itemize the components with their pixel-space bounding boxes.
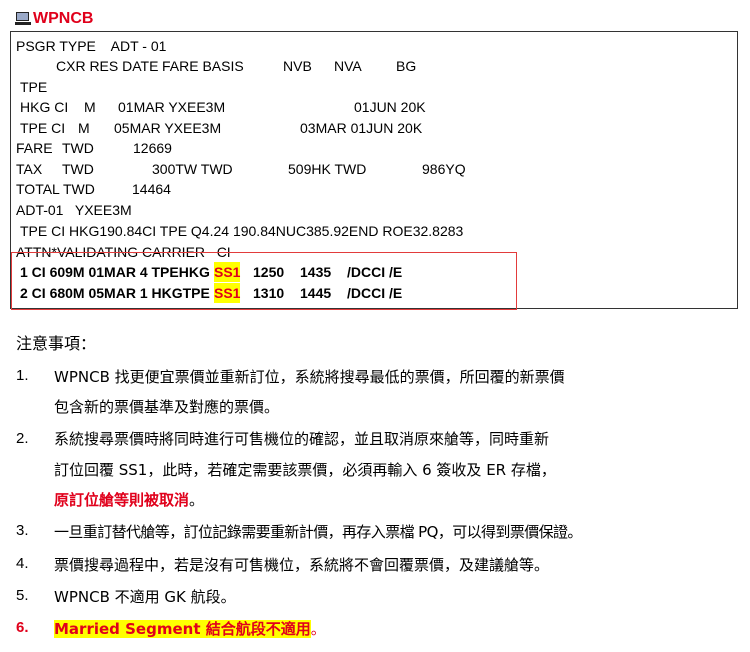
- terminal-line: HKG CI M 01MAR YXEE3M 01JUN 20K: [20, 99, 426, 115]
- title-text: WPNCB: [33, 10, 94, 27]
- page-title: WPNCB: [15, 8, 93, 30]
- highlight-box: [11, 252, 517, 310]
- note-number: 2.: [16, 430, 29, 447]
- note-6-line-1: Married Segment 結合航段不適用。: [54, 620, 326, 638]
- terminal-line: FARE TWD 12669: [16, 140, 172, 156]
- notes-heading: 注意事項：: [16, 334, 97, 353]
- terminal-line: TPE CI M 05MAR YXEE3M 03MAR 01JUN 20K: [20, 120, 423, 136]
- note-3-line-1: 一旦重訂替代艙等，訂位記錄需要重新計價，再存入票檔 PQ，可以得到票價保證。: [54, 523, 582, 541]
- terminal-line: TOTAL TWD 14464: [16, 181, 171, 197]
- note-1-line-2: 包含新的票價基準及對應的票價。: [54, 398, 280, 416]
- note-number: 6.: [16, 619, 29, 636]
- note-number: 4.: [16, 555, 29, 572]
- note-number: 3.: [16, 522, 29, 539]
- note-2-line-3: 原訂位艙等則被取消。: [54, 491, 205, 509]
- note-4-line-1: 票價搜尋過程中，若是沒有可售機位，系統將不會回覆票價，及建議艙等。: [54, 556, 550, 574]
- note-2-line-1: 系統搜尋票價時將同時進行可售機位的確認，並且取消原來艙等，同時重新: [54, 430, 550, 448]
- terminal-line: TAX TWD 300TW TWD 509HK TWD 986YQ: [16, 161, 466, 177]
- terminal-line: CXR RES DATE FARE BASIS NVB NVA BG: [56, 58, 417, 74]
- computer-icon: [15, 12, 31, 26]
- note-1-line-1: WPNCB 找更便宜票價並重新訂位，系統將搜尋最低的票價，所回覆的新票價: [54, 368, 565, 386]
- note-5-line-1: WPNCB 不適用 GK 航段。: [54, 588, 236, 606]
- note-2-line-2: 訂位回覆 SS1，此時，若確定需要該票價，必須再輸入 6 簽收及 ER 存檔，: [54, 461, 556, 479]
- note-number: 1.: [16, 367, 29, 384]
- note-number: 5.: [16, 587, 29, 604]
